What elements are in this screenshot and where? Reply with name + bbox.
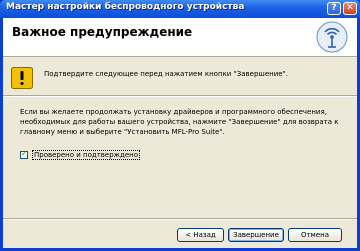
- navigation-buttons: < Назад Завершение Отмена: [177, 228, 342, 242]
- dialog-client-area: Важное предупреждение Подтвердите следую…: [3, 18, 357, 248]
- instructions-line: необходимых для работы вашего устройства…: [20, 118, 339, 126]
- confirm-checkbox-row[interactable]: ✓ Проверено и подтверждено: [20, 149, 140, 160]
- warning-exclamation-icon: [11, 67, 33, 89]
- confirm-checkbox-label[interactable]: Проверено и подтверждено: [32, 150, 140, 160]
- page-title: Важное предупреждение: [12, 25, 193, 39]
- button-divider: [3, 218, 357, 220]
- checkmark-icon: ✓: [21, 149, 28, 158]
- title-bar[interactable]: Мастер настройки беспроводного устройств…: [0, 0, 360, 18]
- confirm-checkbox[interactable]: ✓: [20, 149, 28, 159]
- instructions-line: Если вы желаете продолжать установку дра…: [20, 108, 327, 116]
- window-title: Мастер настройки беспроводного устройств…: [6, 2, 245, 12]
- help-icon: ?: [331, 3, 337, 13]
- title-bar-buttons: ? ✕: [327, 2, 357, 16]
- help-button[interactable]: ?: [327, 2, 341, 15]
- close-icon: ✕: [346, 3, 354, 13]
- warning-message: Подтвердите следующее перед нажатием кно…: [44, 70, 289, 78]
- cancel-button[interactable]: Отмена: [288, 228, 342, 242]
- wizard-header: Важное предупреждение: [3, 18, 357, 57]
- finish-button[interactable]: Завершение: [228, 228, 284, 242]
- instructions-line: главному меню и выберите "Установить MFL…: [20, 128, 225, 136]
- close-button[interactable]: ✕: [343, 2, 357, 15]
- wireless-antenna-icon: [316, 21, 348, 53]
- content-divider: [3, 95, 357, 97]
- wizard-window: Мастер настройки беспроводного устройств…: [0, 0, 360, 251]
- instructions-text: Если вы желаете продолжать установку дра…: [20, 107, 350, 137]
- wizard-content: Подтвердите следующее перед нажатием кно…: [3, 57, 357, 213]
- back-button[interactable]: < Назад: [177, 228, 224, 242]
